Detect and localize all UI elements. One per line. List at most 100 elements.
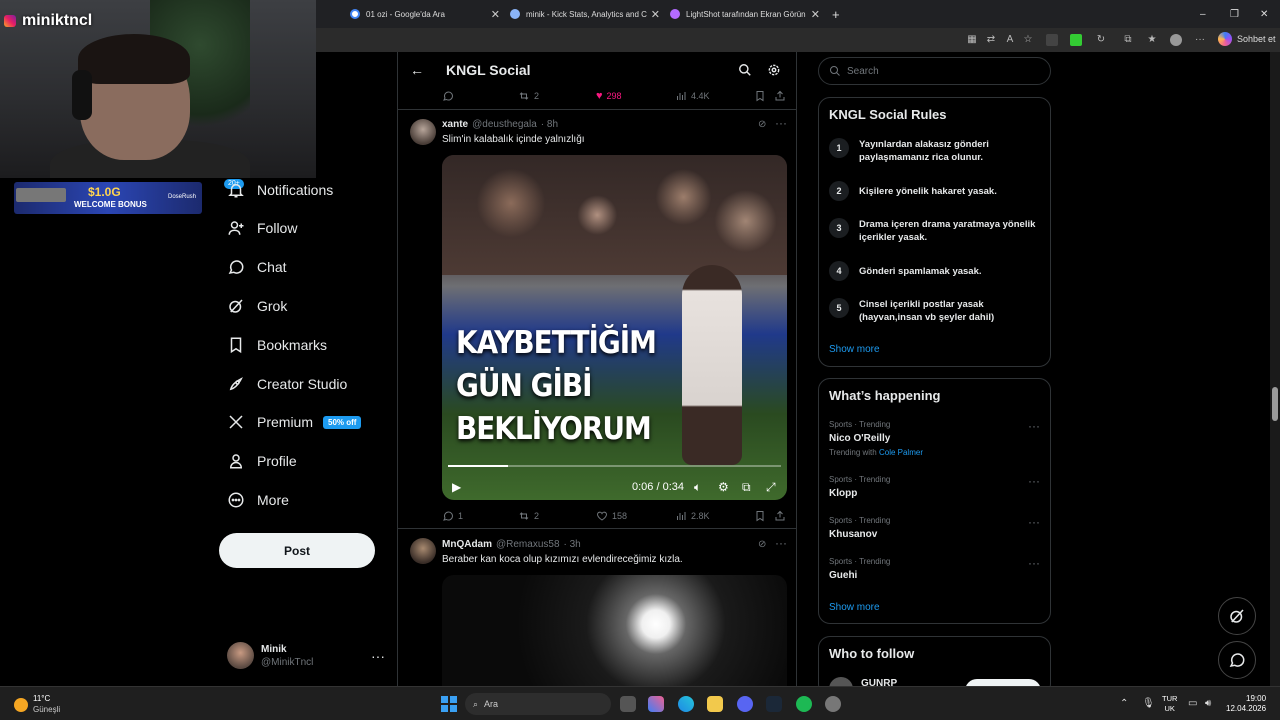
close-tab-icon[interactable]: ✕ [811,8,820,21]
video-settings-icon[interactable]: ⚙ [718,481,729,493]
browser-profile-icon[interactable] [1170,34,1182,46]
page-scrollbar[interactable] [1270,52,1280,686]
avatar[interactable] [410,119,436,145]
taskbar-search-input[interactable]: ⌕ Ara [465,693,611,715]
close-tab-icon[interactable]: ✕ [491,8,500,21]
like-button[interactable]: ♥ 298 [596,90,622,102]
rules-show-more-link[interactable]: Show more [829,344,880,355]
maximize-window-button[interactable]: ❐ [1230,4,1240,24]
video-player[interactable]: KAYBETTİĞİM GÜN GİBİ BEKLİYORUM ▶ 0:06 /… [442,155,787,500]
windows-start-icon[interactable] [441,696,457,712]
post-button[interactable]: Post [219,533,375,568]
post-more-icon[interactable]: ··· [775,116,787,130]
trend-sub-link[interactable]: Cole Palmer [879,448,923,457]
sidebar-item-grok[interactable]: Grok [226,296,287,316]
grok-floating-button[interactable] [1218,597,1256,635]
views-button[interactable]: 4.4K [675,90,710,102]
browser-tab-lightshot[interactable]: LightShot tarafından Ekran Görün ✕ [670,4,820,24]
steam-icon[interactable] [766,696,782,712]
extension-icon[interactable] [1046,34,1058,46]
share-button[interactable] [774,90,790,102]
post-more-icon[interactable]: ··· [775,536,787,550]
instagram-icon [4,15,16,27]
sidebar-item-profile[interactable]: Profile [226,451,297,471]
extensions-icon[interactable]: ⧉ [1122,34,1134,46]
avatar[interactable] [410,538,436,564]
trend-more-icon[interactable]: ··· [1028,419,1040,433]
grok-explain-icon[interactable]: ⊘ [758,539,766,550]
sidebar-item-follow[interactable]: Follow [226,218,297,238]
weather-temperature[interactable]: 11°C [33,694,50,703]
trend-more-icon[interactable]: ··· [1028,556,1040,570]
views-button[interactable]: 2.8K [675,510,710,522]
sidebar-item-bookmarks[interactable]: Bookmarks [226,335,327,355]
trend-more-icon[interactable]: ··· [1028,515,1040,529]
sun-icon[interactable] [14,698,28,712]
language-indicator[interactable]: TUR UK [1162,694,1177,714]
network-icon[interactable]: ▭ [1188,698,1197,709]
split-screen-icon[interactable]: ▦ [966,34,978,46]
browser-tab-kick-stats[interactable]: minik - Kick Stats, Analytics and C ✕ [510,4,660,24]
search-input[interactable]: Search [818,57,1051,85]
account-menu-button[interactable]: ··· [371,648,385,664]
share-button[interactable] [774,510,790,522]
read-aloud-icon[interactable]: A [1004,34,1016,46]
reply-button[interactable]: 1 [442,510,463,522]
rule-number: 4 [829,261,849,281]
sidebar-item-premium[interactable]: Premium 50% off [226,412,362,432]
discord-icon[interactable] [737,696,753,712]
retweet-button[interactable]: 2 [518,90,539,102]
volume-icon[interactable]: 🔈︎ [694,481,701,493]
settings-gear-icon[interactable] [767,63,781,82]
search-icon[interactable] [738,63,752,82]
minimize-window-button[interactable]: – [1200,4,1210,24]
sidebar-item-notifications[interactable]: Notifications [226,180,333,200]
microphone-icon[interactable]: 🎙︎ [1142,698,1155,709]
copilot-app-icon[interactable] [648,696,664,712]
grok-explain-icon[interactable]: ⊘ [758,119,766,130]
video-progress-bar[interactable] [448,465,781,467]
fullscreen-icon[interactable]: ⤢ [766,481,776,493]
refresh-icon[interactable]: ↻ [1095,34,1107,46]
sidebar-item-creator-studio[interactable]: Creator Studio [226,374,347,394]
play-icon[interactable]: ▶ [452,481,461,493]
favorites-icon[interactable]: ★ [1146,34,1158,46]
browser-tab-google[interactable]: 01 ozi - Google'da Ara ✕ [350,4,500,24]
post-media[interactable] [442,575,787,686]
extension-icon[interactable] [1070,34,1082,46]
bookmark-button[interactable] [754,90,770,102]
translate-icon[interactable]: ⇄ [985,34,997,46]
new-tab-button[interactable]: + [832,4,844,24]
favorite-star-icon[interactable]: ☆ [1022,34,1034,46]
tray-expand-icon[interactable]: ⌃ [1120,698,1128,709]
close-tab-icon[interactable]: ✕ [651,8,660,21]
browser-menu-icon[interactable]: ··· [1194,34,1206,46]
system-clock[interactable]: 19:00 12.04.2026 [1226,694,1266,714]
picture-in-picture-icon[interactable]: ⧉ [742,481,751,493]
close-window-button[interactable]: ✕ [1260,4,1270,24]
sidebar-item-chat[interactable]: Chat [226,257,287,277]
edge-browser-icon[interactable] [678,696,694,712]
profile-name[interactable]: Minik [261,644,287,655]
sidebar-item-more[interactable]: More [226,490,289,510]
task-view-icon[interactable] [620,696,636,712]
obs-icon[interactable] [825,696,841,712]
retweet-button[interactable]: 2 [518,510,539,522]
reply-button[interactable] [442,90,458,102]
messages-floating-button[interactable] [1218,641,1256,679]
weather-description[interactable]: Güneşli [33,705,60,714]
copilot-button[interactable]: Sohbet et [1218,32,1276,46]
bookmark-button[interactable] [754,510,770,522]
retweet-icon [519,92,529,100]
scrollbar-thumb[interactable] [1272,387,1278,421]
file-explorer-icon[interactable] [707,696,723,712]
volume-icon[interactable]: 🔊︎ [1205,698,1211,709]
post-author[interactable]: xante @deusthegala · 8h [442,119,558,130]
happening-show-more-link[interactable]: Show more [829,602,880,613]
avatar[interactable] [227,642,254,669]
back-arrow-icon[interactable]: ← [410,62,424,78]
like-button[interactable]: 158 [596,510,627,522]
spotify-icon[interactable] [796,696,812,712]
post-author[interactable]: MnQAdam @Remaxus58 · 3h [442,539,581,550]
trend-more-icon[interactable]: ··· [1028,474,1040,488]
